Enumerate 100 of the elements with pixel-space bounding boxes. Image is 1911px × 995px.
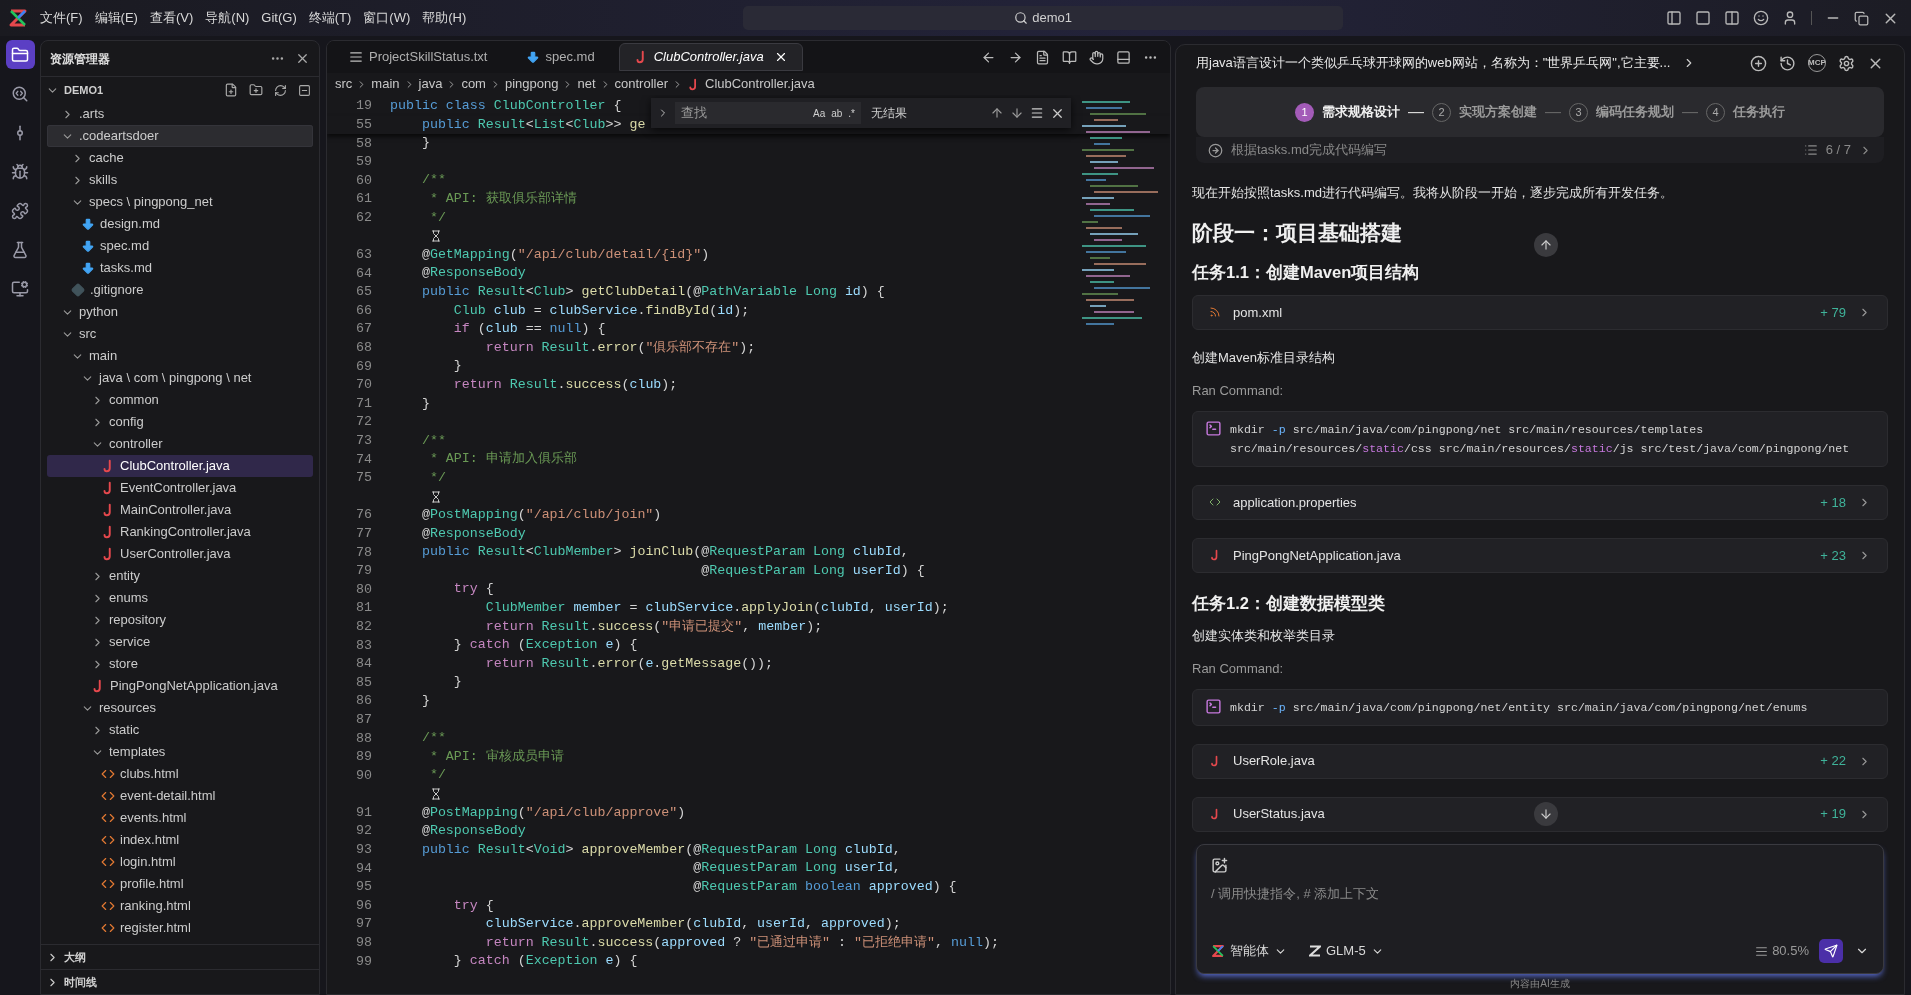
tree-item[interactable]: events.html	[47, 807, 313, 829]
agent-selector[interactable]: 智能体	[1211, 941, 1287, 961]
breadcrumb-item[interactable]: controller	[614, 74, 668, 94]
breadcrumb-item[interactable]: com	[461, 74, 486, 94]
tree-item[interactable]: login.html	[47, 851, 313, 873]
menu-item[interactable]: 帮助(H)	[418, 8, 471, 28]
file-card[interactable]: UserStatus.java + 19	[1192, 796, 1888, 832]
editor-tab[interactable]: ProjectSkillStatus.txt	[335, 43, 502, 71]
refresh-icon[interactable]	[274, 83, 287, 97]
tree-item[interactable]: src	[47, 323, 313, 345]
step[interactable]: 2 实现方案创建	[1432, 102, 1537, 122]
breadcrumb-item[interactable]: ClubController.java	[687, 74, 815, 94]
tree-item[interactable]: .codeartsdoer	[47, 125, 313, 147]
step[interactable]: 1 需求规格设计	[1295, 102, 1400, 122]
menu-item[interactable]: 终端(T)	[304, 8, 356, 28]
breadcrumb-item[interactable]: main	[371, 74, 400, 94]
conversation-title[interactable]: 用java语言设计一个类似乒乓球开球网的web网站，名称为："世界乒乓网",它主要...	[1196, 53, 1671, 73]
file-card[interactable]: PingPongNetApplication.java + 23	[1192, 537, 1888, 573]
tree-item[interactable]: resources	[47, 697, 313, 719]
step[interactable]: 3 编码任务规划	[1569, 102, 1674, 122]
tree-item[interactable]: entity	[47, 565, 313, 587]
breadcrumb-item[interactable]: net	[577, 74, 596, 94]
activity-button[interactable]	[5, 40, 35, 69]
chat-input-box[interactable]: / 调用快捷指令, # 添加上下文 智能体 GLM-5 80.5%	[1196, 844, 1884, 974]
hourglass-icon[interactable]	[430, 788, 442, 801]
tree-item[interactable]: common	[47, 389, 313, 411]
breadcrumb-item[interactable]: pingpong	[504, 74, 559, 94]
tree-item[interactable]: cache	[47, 147, 313, 169]
close-icon[interactable]	[295, 51, 310, 66]
image-icon[interactable]	[1211, 857, 1228, 874]
find-field[interactable]: 查找 Aa ab .*	[675, 102, 861, 124]
find-option[interactable]: .*	[848, 105, 855, 121]
forward-arrow-icon[interactable]	[1008, 49, 1023, 65]
tree-item[interactable]: tasks.md	[47, 257, 313, 279]
user-icon[interactable]	[1782, 10, 1798, 26]
tree-item[interactable]: store	[47, 653, 313, 675]
tree-item[interactable]: UserController.java	[47, 543, 313, 565]
tree-item[interactable]: PingPongNetApplication.java	[47, 675, 313, 697]
menu-item[interactable]: Git(G)	[257, 8, 301, 28]
menu-item[interactable]: 编辑(E)	[90, 8, 142, 28]
tree-item[interactable]: service	[47, 631, 313, 653]
tree-item[interactable]: python	[47, 301, 313, 323]
tree-item[interactable]: templates	[47, 741, 313, 763]
tree-item[interactable]: ClubController.java	[47, 455, 313, 477]
tree-item[interactable]: index.html	[47, 829, 313, 851]
menu-item[interactable]: 导航(N)	[201, 8, 254, 28]
square-icon[interactable]	[1695, 10, 1711, 26]
split-panel-icon[interactable]	[1724, 10, 1740, 26]
step[interactable]: 4 任务执行	[1706, 102, 1785, 122]
tree-item[interactable]: ranking.html	[47, 895, 313, 917]
menu-item[interactable]: 查看(V)	[145, 8, 198, 28]
next-match-icon[interactable]	[1010, 106, 1024, 120]
send-button[interactable]	[1819, 939, 1843, 963]
tree-item[interactable]: spec.md	[47, 235, 313, 257]
tree-item[interactable]: .arts	[47, 103, 313, 125]
tree-item[interactable]: register.html	[47, 917, 313, 939]
file-card[interactable]: application.properties + 18	[1192, 484, 1888, 520]
new-file-icon[interactable]	[224, 83, 238, 97]
editor-tab[interactable]: spec.md	[511, 43, 609, 71]
tree-item[interactable]: specs \ pingpong_net	[47, 191, 313, 213]
find-option[interactable]: ab	[831, 105, 843, 121]
section-header[interactable]: 时间线	[41, 969, 319, 994]
tree-item[interactable]: design.md	[47, 213, 313, 235]
search-field[interactable]: demo1	[743, 6, 1344, 30]
history-icon[interactable]	[1779, 54, 1796, 72]
panel-left-icon[interactable]	[1666, 10, 1682, 26]
section-header[interactable]: 大纲	[41, 944, 319, 969]
previous-match-icon[interactable]	[990, 106, 1004, 120]
find-in-selection-icon[interactable]	[1030, 106, 1044, 120]
tree-item[interactable]: event-detail.html	[47, 785, 313, 807]
tree-item[interactable]: EventController.java	[47, 477, 313, 499]
new-folder-icon[interactable]	[249, 83, 263, 97]
hourglass-icon[interactable]	[430, 230, 442, 243]
tree-item[interactable]: controller	[47, 433, 313, 455]
tree-item[interactable]: skills	[47, 169, 313, 191]
find-option[interactable]: Aa	[812, 105, 826, 121]
restore-icon[interactable]	[1854, 10, 1869, 26]
tree-item[interactable]: enums	[47, 587, 313, 609]
book-icon[interactable]	[1062, 49, 1077, 65]
tree-item[interactable]: .gitignore	[47, 279, 313, 301]
tree-item[interactable]: clubs.html	[47, 763, 313, 785]
task-row[interactable]: 根据tasks.md完成代码编写 6 / 7	[1196, 137, 1884, 163]
collapse-icon[interactable]	[298, 83, 311, 97]
tree-item[interactable]: config	[47, 411, 313, 433]
tree-item[interactable]: main	[47, 345, 313, 367]
editor-tab[interactable]: ClubController.java	[618, 43, 803, 71]
hand-icon[interactable]	[1089, 49, 1104, 65]
tree-item[interactable]: repository	[47, 609, 313, 631]
model-selector[interactable]: GLM-5	[1309, 941, 1384, 961]
file-card[interactable]: pom.xml + 79	[1192, 294, 1888, 330]
tree-item[interactable]: MainController.java	[47, 499, 313, 521]
tree-item[interactable]: DEMO1	[41, 77, 319, 103]
breadcrumb-item[interactable]: java	[418, 74, 443, 94]
smiley-icon[interactable]	[1753, 10, 1769, 26]
scroll-up-button[interactable]	[1534, 233, 1558, 257]
new-chat-icon[interactable]	[1750, 54, 1767, 72]
menu-item[interactable]: 窗口(W)	[359, 8, 415, 28]
menu-item[interactable]: 文件(F)	[36, 8, 87, 28]
tree-item[interactable]: static	[47, 719, 313, 741]
tree-item[interactable]: RankingController.java	[47, 521, 313, 543]
